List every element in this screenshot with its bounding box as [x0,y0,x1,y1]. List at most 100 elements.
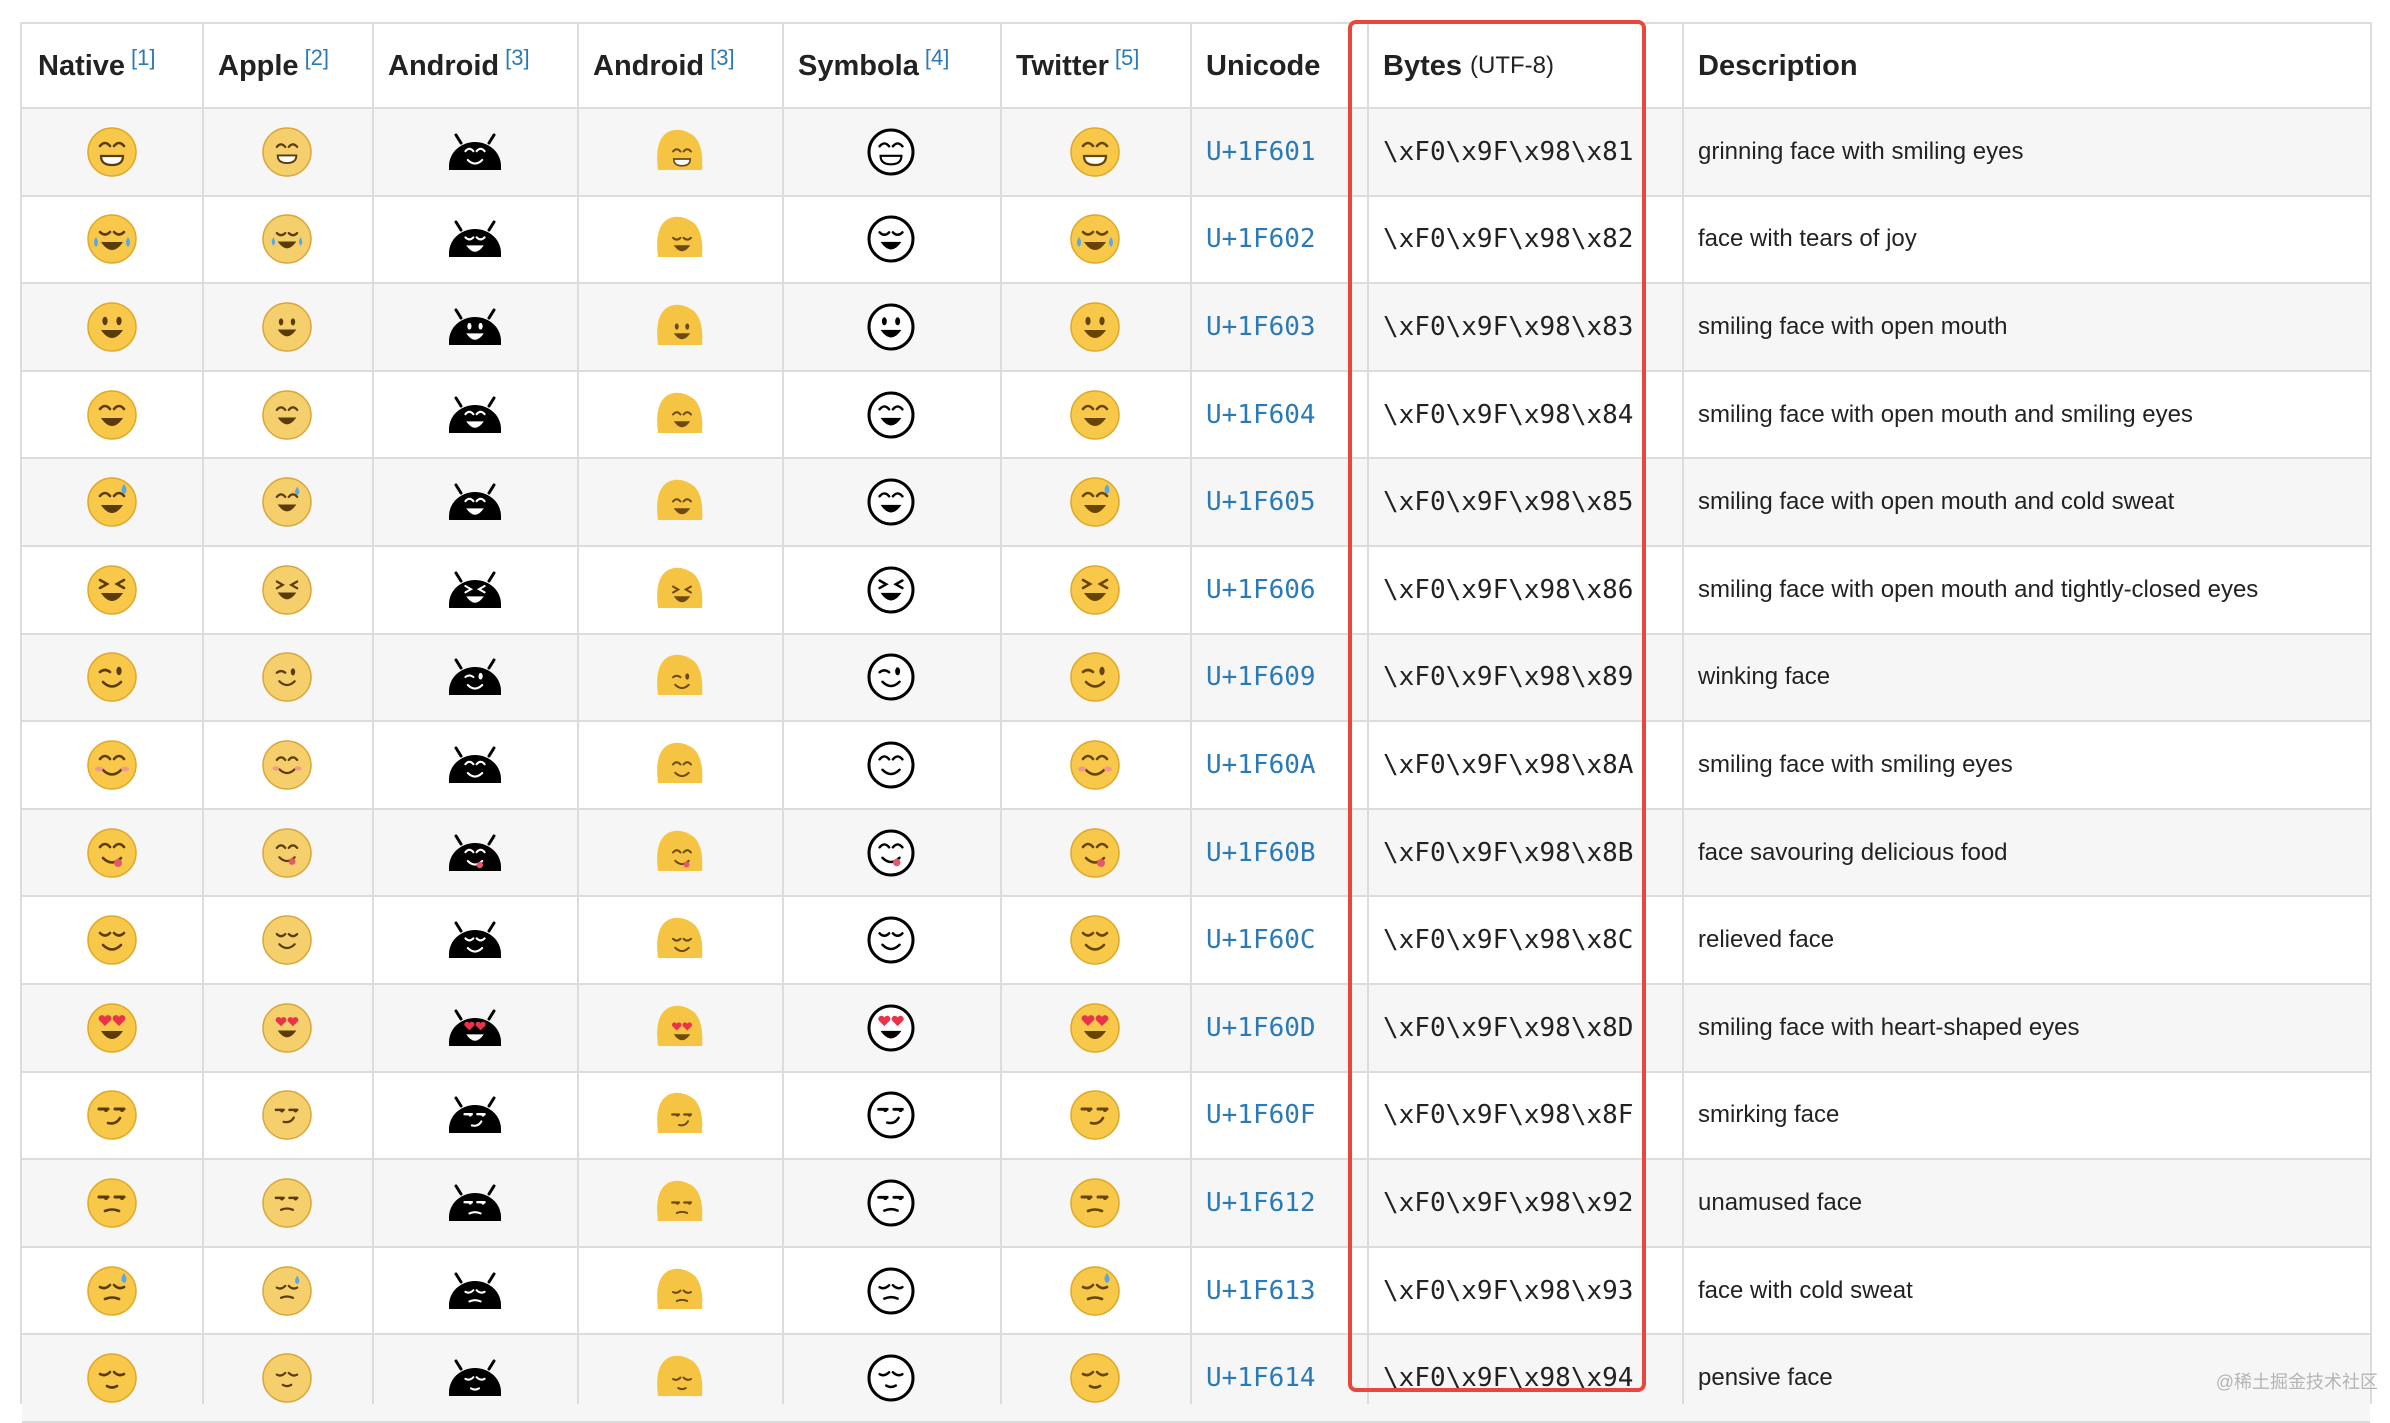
android-robot-winking-face-icon [372,634,577,722]
android-blob-face-savouring-food-icon [577,809,782,897]
symbola-heart-eyes-face-icon [782,984,1000,1072]
native-smiling-face-open-mouth-smiling-eyes-icon [22,371,202,459]
unicode-link[interactable]: U+1F60D [1190,984,1367,1072]
symbola-face-tears-of-joy-icon [782,196,1000,284]
symbola-smiling-face-open-mouth-icon [782,283,1000,371]
header-ref-link[interactable]: [3] [710,45,734,71]
watermark: @稀土掘金技术社区 [2215,1372,2378,1392]
twitter-smiling-face-open-mouth-icon [1000,283,1190,371]
description: smiling face with smiling eyes [1698,750,2013,778]
header-ref-link[interactable]: [5] [1115,45,1139,71]
unicode-link[interactable]: U+1F606 [1190,546,1367,634]
header-label: Symbola [798,49,919,82]
unicode-link[interactable]: U+1F60F [1190,1072,1367,1160]
symbola-smiling-face-smiling-eyes-icon [782,721,1000,809]
twitter-grinning-face-smiling-eyes-icon [1000,108,1190,196]
android-blob-smiling-face-open-mouth-cold-sweat-icon [577,458,782,546]
header-ref-link[interactable]: [4] [925,45,949,71]
symbola-pensive-face-icon [782,1334,1000,1422]
android-robot-unamused-face-icon [372,1159,577,1247]
header-description: Description [1682,24,2370,108]
native-smiling-face-open-mouth-icon [22,283,202,371]
android-blob-smiling-face-open-mouth-closed-eyes-icon [577,546,782,634]
android-blob-face-cold-sweat-icon [577,1247,782,1335]
unicode-link[interactable]: U+1F602 [1190,196,1367,284]
apple-smiling-face-open-mouth-cold-sweat-icon [202,458,372,546]
apple-face-cold-sweat-icon [202,1247,372,1335]
unicode-link[interactable]: U+1F614 [1190,1334,1367,1422]
header-label: Apple [218,49,299,82]
android-robot-smiling-face-open-mouth-smiling-eyes-icon [372,371,577,459]
description: smirking face [1698,1101,1840,1129]
header-native: Native [1] [22,24,202,108]
android-blob-face-tears-of-joy-icon [577,196,782,284]
twitter-smiling-face-open-mouth-closed-eyes-icon [1000,546,1190,634]
unicode-link[interactable]: U+1F60B [1190,809,1367,897]
symbola-winking-face-icon [782,634,1000,722]
android-robot-face-tears-of-joy-icon [372,196,577,284]
android-robot-smirking-face-icon [372,1072,577,1160]
description: smiling face with open mouth and cold sw… [1698,488,2175,516]
header-label: Android [388,49,500,82]
description: grinning face with smiling eyes [1698,137,2024,165]
android-blob-pensive-face-icon [577,1334,782,1422]
apple-smiling-face-open-mouth-icon [202,283,372,371]
native-face-tears-of-joy-icon [22,196,202,284]
unicode-link[interactable]: U+1F60A [1190,721,1367,809]
android-robot-grinning-face-smiling-eyes-icon [372,108,577,196]
android-blob-grinning-face-smiling-eyes-icon [577,108,782,196]
android-robot-smiling-face-open-mouth-icon [372,283,577,371]
android-blob-smirking-face-icon [577,1072,782,1160]
android-blob-smiling-face-smiling-eyes-icon [577,721,782,809]
description: face savouring delicious food [1698,838,2008,866]
header-android-2: Android [3] [577,24,782,108]
symbola-smirking-face-icon [782,1072,1000,1160]
apple-face-savouring-food-icon [202,809,372,897]
unicode-link[interactable]: U+1F603 [1190,283,1367,371]
apple-face-tears-of-joy-icon [202,196,372,284]
unicode-link[interactable]: U+1F613 [1190,1247,1367,1335]
android-blob-smiling-face-open-mouth-smiling-eyes-icon [577,371,782,459]
description: face with tears of joy [1698,225,1917,253]
native-winking-face-icon [22,634,202,722]
symbola-face-savouring-food-icon [782,809,1000,897]
android-blob-unamused-face-icon [577,1159,782,1247]
header-label: Android [593,49,705,82]
android-blob-smiling-face-open-mouth-icon [577,283,782,371]
unicode-link[interactable]: U+1F601 [1190,108,1367,196]
header-ref-link[interactable]: [3] [505,45,529,71]
description: smiling face with open mouth and smiling… [1698,400,2193,428]
symbola-unamused-face-icon [782,1159,1000,1247]
android-robot-pensive-face-icon [372,1334,577,1422]
header-ref-link[interactable]: [1] [131,45,155,71]
apple-relieved-face-icon [202,896,372,984]
native-unamused-face-icon [22,1159,202,1247]
native-smiling-face-open-mouth-closed-eyes-icon [22,546,202,634]
native-heart-eyes-face-icon [22,984,202,1072]
android-robot-smiling-face-open-mouth-cold-sweat-icon [372,458,577,546]
header-symbola: Symbola [4] [782,24,1000,108]
description: unamused face [1698,1188,1863,1216]
native-face-cold-sweat-icon [22,1247,202,1335]
header-label: Native [38,49,126,82]
twitter-smiling-face-smiling-eyes-icon [1000,721,1190,809]
unicode-link[interactable]: U+1F605 [1190,458,1367,546]
apple-pensive-face-icon [202,1334,372,1422]
description: winking face [1698,663,1831,691]
apple-unamused-face-icon [202,1159,372,1247]
unicode-link[interactable]: U+1F604 [1190,371,1367,459]
apple-smiling-face-smiling-eyes-icon [202,721,372,809]
description: relieved face [1698,926,1835,954]
description: face with cold sweat [1698,1276,1913,1304]
native-smiling-face-open-mouth-cold-sweat-icon [22,458,202,546]
android-robot-face-savouring-food-icon [372,809,577,897]
unicode-link[interactable]: U+1F612 [1190,1159,1367,1247]
description: smiling face with open mouth [1698,312,2008,340]
unicode-link[interactable]: U+1F609 [1190,634,1367,722]
header-ref-link[interactable]: [2] [305,45,329,71]
android-robot-face-cold-sweat-icon [372,1247,577,1335]
unicode-link[interactable]: U+1F60C [1190,896,1367,984]
twitter-heart-eyes-face-icon [1000,984,1190,1072]
apple-smiling-face-open-mouth-closed-eyes-icon [202,546,372,634]
android-robot-heart-eyes-face-icon [372,984,577,1072]
